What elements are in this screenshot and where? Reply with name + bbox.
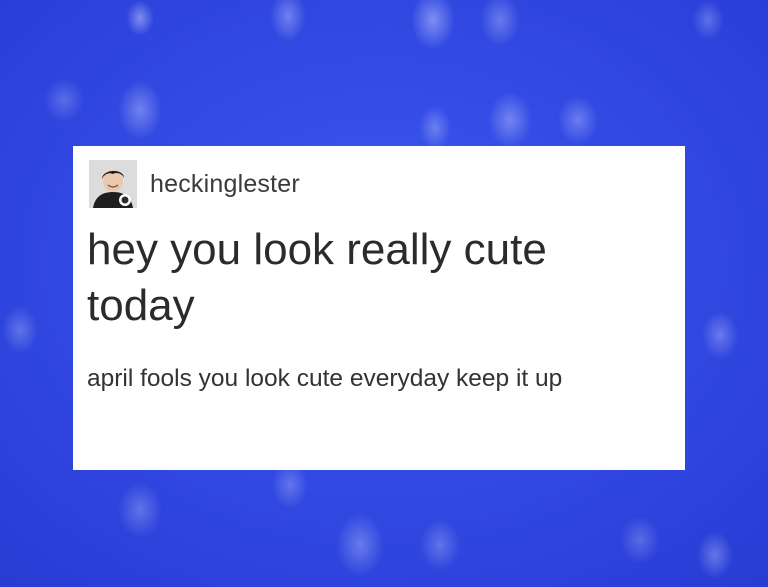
author-username[interactable]: heckinglester	[150, 171, 300, 197]
user-avatar-icon	[89, 160, 137, 208]
avatar[interactable]	[89, 160, 137, 208]
post-title: hey you look really cute today	[87, 225, 547, 330]
post-author-row: heckinglester	[89, 160, 300, 208]
post-body-text: april fools you look cute everyday keep …	[87, 365, 563, 392]
tumblr-post-card: heckinglester hey you look really cute t…	[73, 146, 685, 470]
